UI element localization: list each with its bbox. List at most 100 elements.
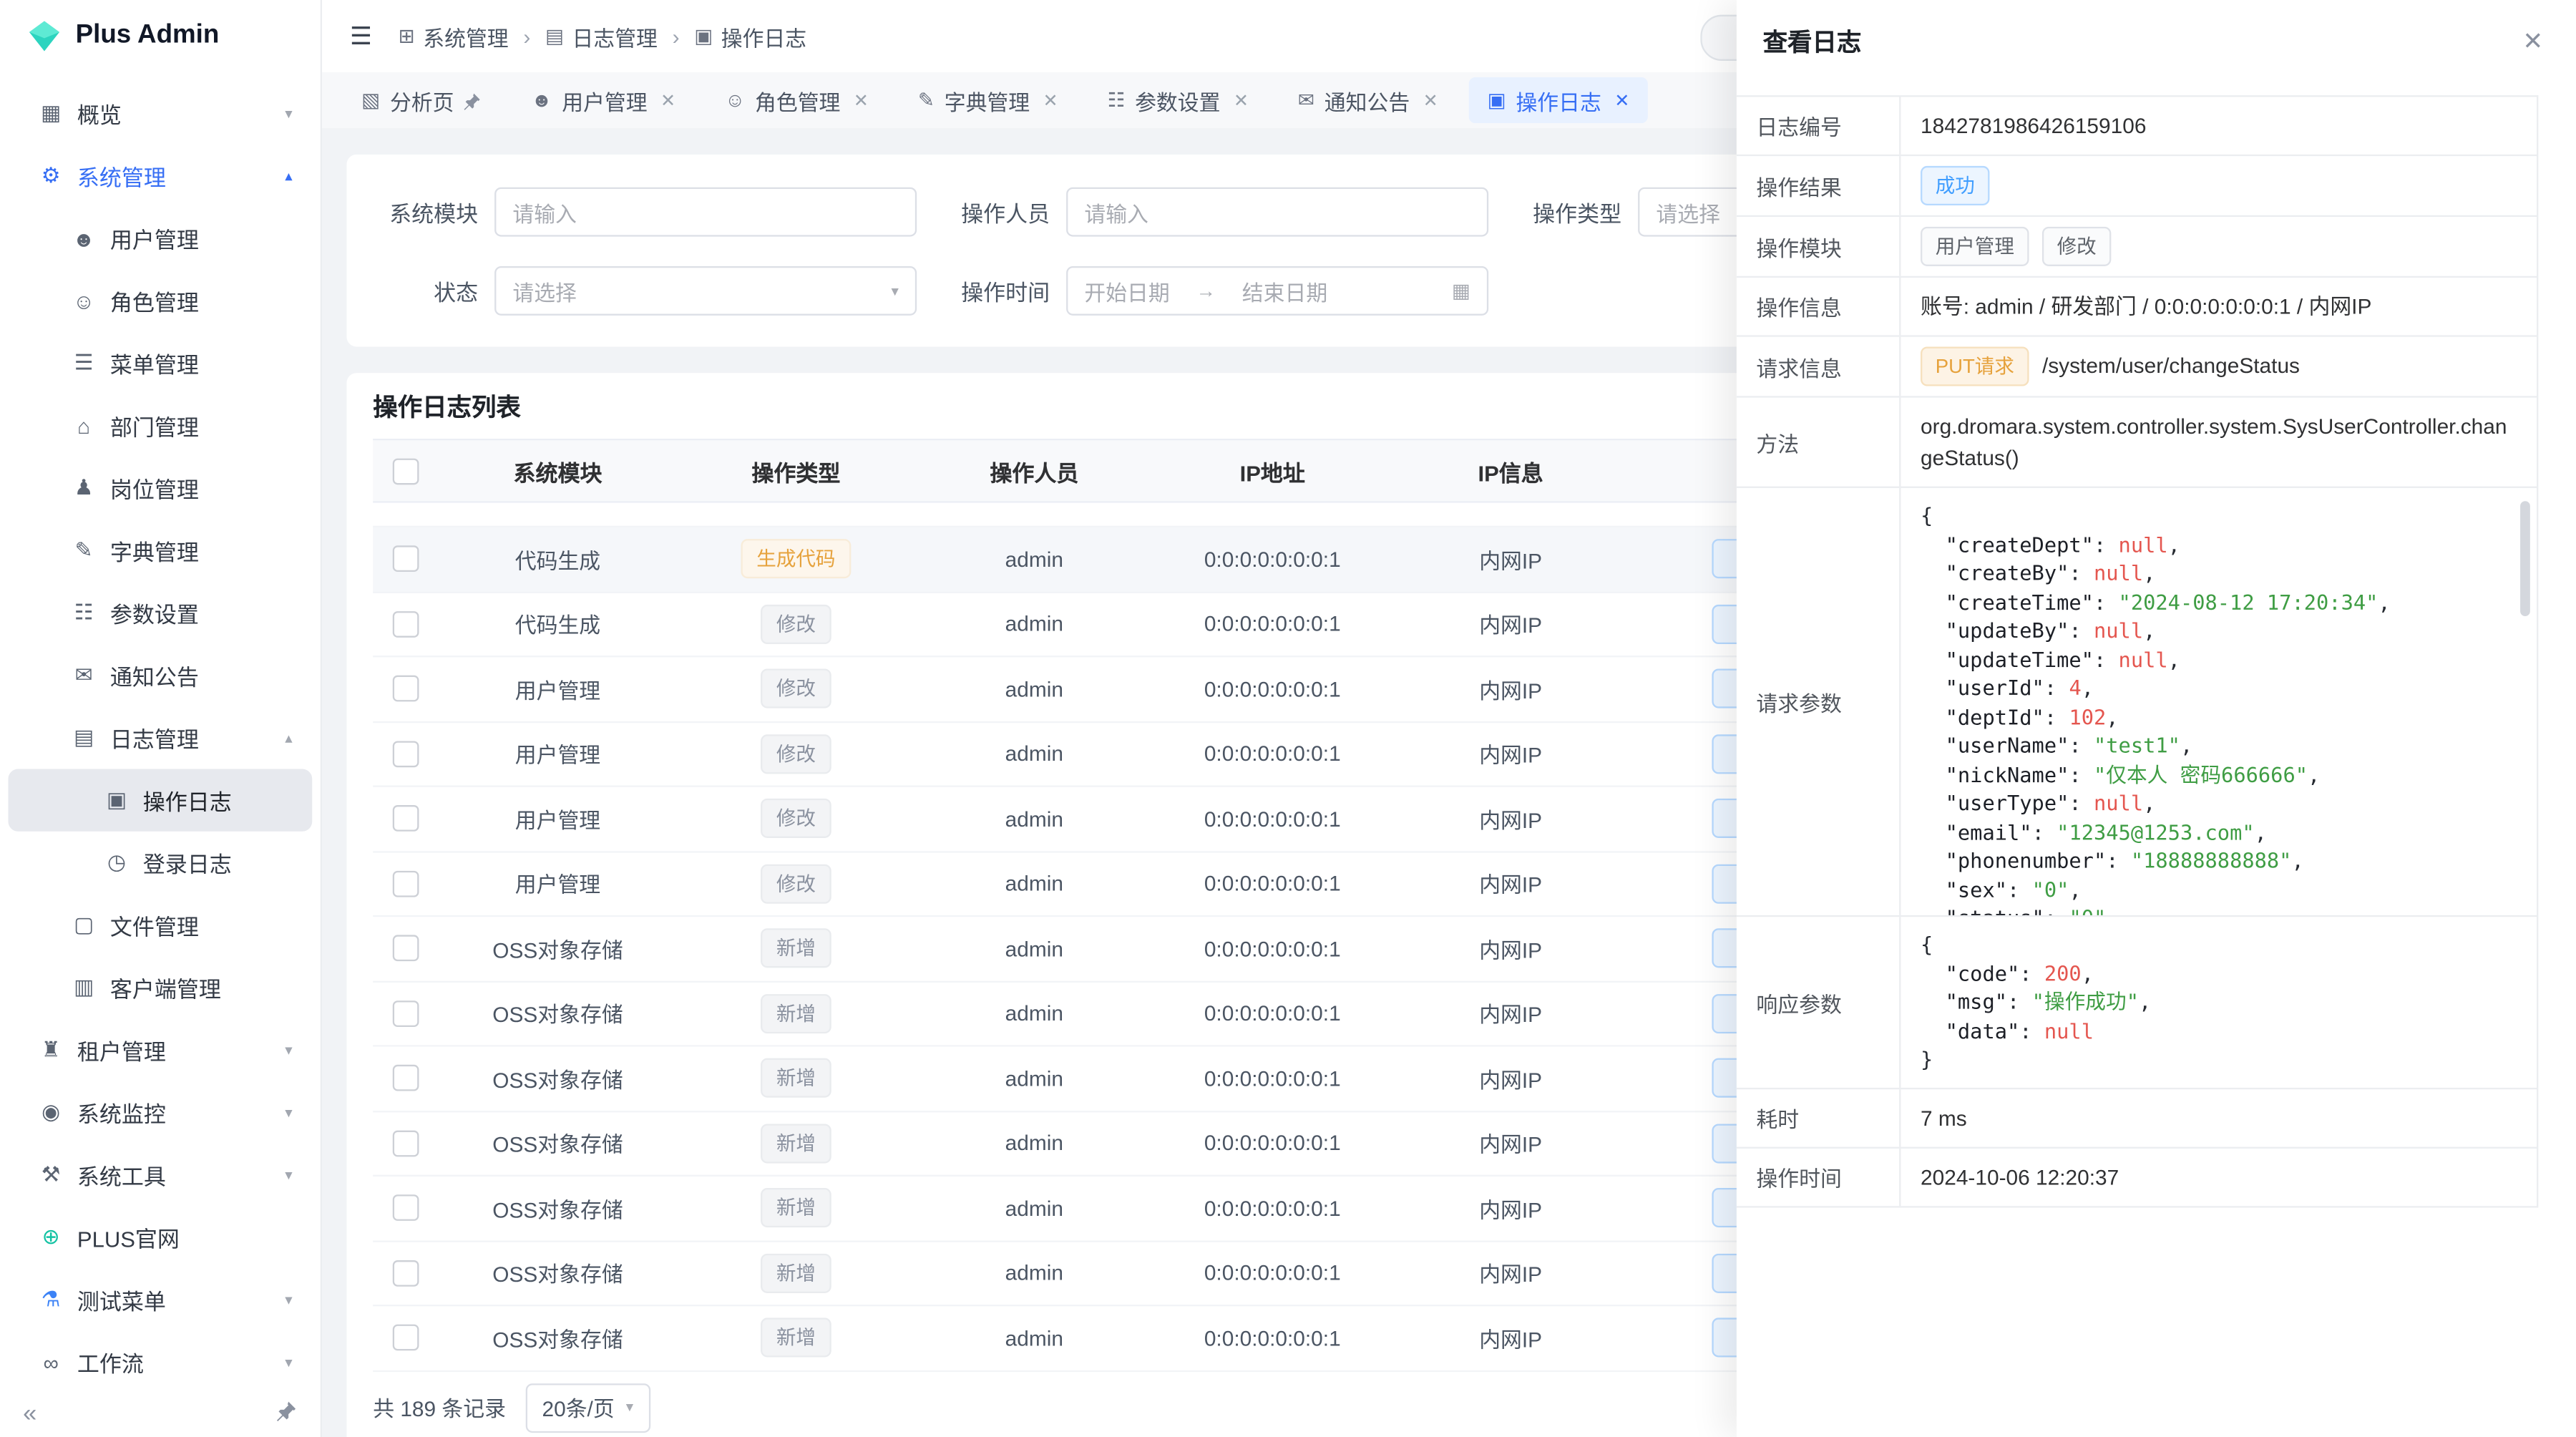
status-select[interactable]: 请选择▾ — [494, 266, 917, 316]
cell-ip: 0:0:0:0:0:0:0:1 — [1153, 1306, 1392, 1369]
close-tab-icon[interactable]: ✕ — [660, 89, 675, 111]
user-icon: ☻ — [71, 226, 97, 250]
sidebar-item-label: 登录日志 — [143, 846, 293, 879]
tab-parameter-settings[interactable]: ☷参数设置✕ — [1089, 77, 1267, 123]
field-label: 响应参数 — [1737, 917, 1901, 1088]
action-type-badge: 修改 — [761, 734, 830, 774]
tab-analysis-page[interactable]: ▧分析页 — [343, 77, 500, 123]
collapse-sidebar-icon[interactable]: « — [23, 1400, 36, 1428]
sidebar-item-notice-announcement[interactable]: ✉通知公告 — [8, 644, 312, 706]
row-checkbox[interactable] — [393, 1195, 419, 1222]
close-tab-icon[interactable]: ✕ — [854, 89, 869, 111]
operation-time-range[interactable]: 开始日期→结束日期▦ — [1066, 266, 1488, 316]
request-url: /system/user/changeStatus — [2042, 351, 2300, 383]
sidebar-item-parameter-settings[interactable]: ☷参数设置 — [8, 582, 312, 644]
field-label: 方法 — [1737, 398, 1901, 487]
breadcrumb-separator: › — [673, 24, 680, 48]
role-tab-icon: ☺ — [725, 89, 745, 112]
cell-ip-info: 内网IP — [1392, 1047, 1630, 1110]
close-icon[interactable]: ✕ — [2522, 26, 2543, 56]
log-detail-table: 日志编号1842781986426159106操作结果成功操作模块用户管理修改操… — [1737, 95, 2538, 1207]
sidebar-item-test-menu[interactable]: ⚗测试菜单▾ — [8, 1269, 312, 1331]
tab-operation-log[interactable]: ▣ 操作日志 ✕ — [1469, 77, 1647, 123]
row-checkbox[interactable] — [393, 741, 419, 767]
pin-icon[interactable] — [276, 1399, 298, 1428]
filter-label: 操作人员 — [945, 195, 1050, 228]
operation-log-tab-icon: ▣ — [1488, 89, 1506, 112]
row-checkbox[interactable] — [393, 1130, 419, 1156]
column-header[interactable]: 系统模块 — [439, 440, 677, 501]
column-header[interactable]: 操作类型 — [677, 440, 915, 501]
row-checkbox[interactable] — [393, 1325, 419, 1351]
row-checkbox[interactable] — [393, 1260, 419, 1286]
row-checkbox[interactable] — [393, 611, 419, 638]
sidebar-item-system-management[interactable]: ⚙系统管理▴ — [8, 145, 312, 207]
cell-ip: 0:0:0:0:0:0:0:1 — [1153, 1177, 1392, 1239]
sidebar-item-login-log[interactable]: ◷登录日志 — [8, 832, 312, 894]
chevron-down-icon: ▾ — [285, 1041, 292, 1059]
cell-ip-info: 内网IP — [1392, 657, 1630, 720]
system-module-input[interactable]: 请输入 — [494, 187, 917, 237]
select-all-checkbox[interactable] — [393, 457, 419, 484]
select-all-cell — [373, 440, 439, 501]
page-size-select[interactable]: 20条/页 ▾ — [526, 1383, 650, 1432]
column-header[interactable]: IP信息 — [1392, 440, 1630, 501]
sidebar-item-department-management[interactable]: ⌂部门管理 — [8, 394, 312, 457]
tab-notice-announcement[interactable]: ✉通知公告✕ — [1280, 77, 1456, 123]
sidebar-item-workflow[interactable]: ∞工作流▾ — [8, 1331, 312, 1391]
row-checkbox[interactable] — [393, 546, 419, 573]
cell-operator: admin — [915, 1177, 1153, 1239]
row-checkbox[interactable] — [393, 870, 419, 897]
tab-dictionary-management[interactable]: ✎字典管理✕ — [900, 77, 1076, 123]
sidebar-item-tenant-management[interactable]: ♜租户管理▾ — [8, 1019, 312, 1081]
cell-ip: 0:0:0:0:0:0:0:1 — [1153, 917, 1392, 980]
row-checkbox[interactable] — [393, 935, 419, 962]
sidebar-item-post-management[interactable]: ♟岗位管理 — [8, 457, 312, 519]
sidebar-item-label: 部门管理 — [110, 409, 293, 442]
close-tab-icon[interactable]: ✕ — [1423, 89, 1438, 111]
tab-user-management[interactable]: ☻用户管理✕ — [513, 77, 693, 123]
tab-label: 通知公告 — [1324, 84, 1410, 116]
row-checkbox[interactable] — [393, 1065, 419, 1091]
sidebar-item-log-management[interactable]: ▤日志管理▴ — [8, 706, 312, 769]
column-header[interactable]: IP地址 — [1153, 440, 1392, 501]
operator-input[interactable]: 请输入 — [1066, 187, 1488, 237]
row-checkbox[interactable] — [393, 806, 419, 832]
sidebar-item-system-tools[interactable]: ⚒系统工具▾ — [8, 1144, 312, 1206]
cell-ip: 0:0:0:0:0:0:0:1 — [1153, 787, 1392, 850]
logo[interactable]: Plus Admin — [0, 0, 321, 72]
cell-ip: 0:0:0:0:0:0:0:1 — [1153, 1047, 1392, 1110]
row-checkbox[interactable] — [393, 1000, 419, 1027]
breadcrumb-label: 系统管理 — [423, 21, 508, 52]
close-tab-icon[interactable]: ✕ — [1043, 89, 1058, 111]
sidebar-item-system-monitor[interactable]: ◉系统监控▾ — [8, 1081, 312, 1144]
chevron-down-icon: ▾ — [285, 1353, 292, 1371]
sidebar-item-file-management[interactable]: ▢文件管理 — [8, 894, 312, 956]
sidebar-item-role-management[interactable]: ☺角色管理 — [8, 270, 312, 332]
sidebar-item-operation-log[interactable]: ▣操作日志 — [8, 769, 312, 832]
field-value-operation-time: 2024-10-06 12:20:37 — [1901, 1149, 2537, 1206]
field-value-log-id: 1842781986426159106 — [1901, 97, 2537, 154]
chevron-down-icon: ▾ — [285, 1104, 292, 1121]
tab-role-management[interactable]: ☺角色管理✕ — [707, 77, 887, 123]
breadcrumb-item[interactable]: ⊞系统管理 — [399, 21, 509, 52]
sidebar-item-label: 岗位管理 — [110, 472, 293, 505]
scrollbar-thumb[interactable] — [2520, 501, 2530, 616]
sidebar-item-dictionary-management[interactable]: ✎字典管理 — [8, 520, 312, 582]
breadcrumb-item[interactable]: ▣操作日志 — [694, 21, 806, 52]
sidebar-item-overview[interactable]: ▦概览▾ — [8, 82, 312, 145]
pin-icon[interactable] — [464, 91, 482, 109]
cell-operator: admin — [915, 787, 1153, 850]
column-header[interactable]: 操作人员 — [915, 440, 1153, 501]
sidebar-item-menu-management[interactable]: ☰菜单管理 — [8, 332, 312, 394]
range-arrow-icon: → — [1196, 279, 1216, 302]
row-checkbox[interactable] — [393, 676, 419, 702]
sidebar-item-user-management[interactable]: ☻用户管理 — [8, 207, 312, 269]
hamburger-icon[interactable]: ☰ — [350, 21, 372, 51]
sidebar-item-client-management[interactable]: ▥客户端管理 — [8, 956, 312, 1018]
close-tab-icon[interactable]: ✕ — [1614, 89, 1629, 111]
close-tab-icon[interactable]: ✕ — [1234, 89, 1249, 111]
tab-label: 操作日志 — [1516, 84, 1601, 116]
sidebar-item-plus-website[interactable]: ⊕PLUS官网 — [8, 1206, 312, 1268]
breadcrumb-item[interactable]: ▤日志管理 — [545, 21, 658, 52]
